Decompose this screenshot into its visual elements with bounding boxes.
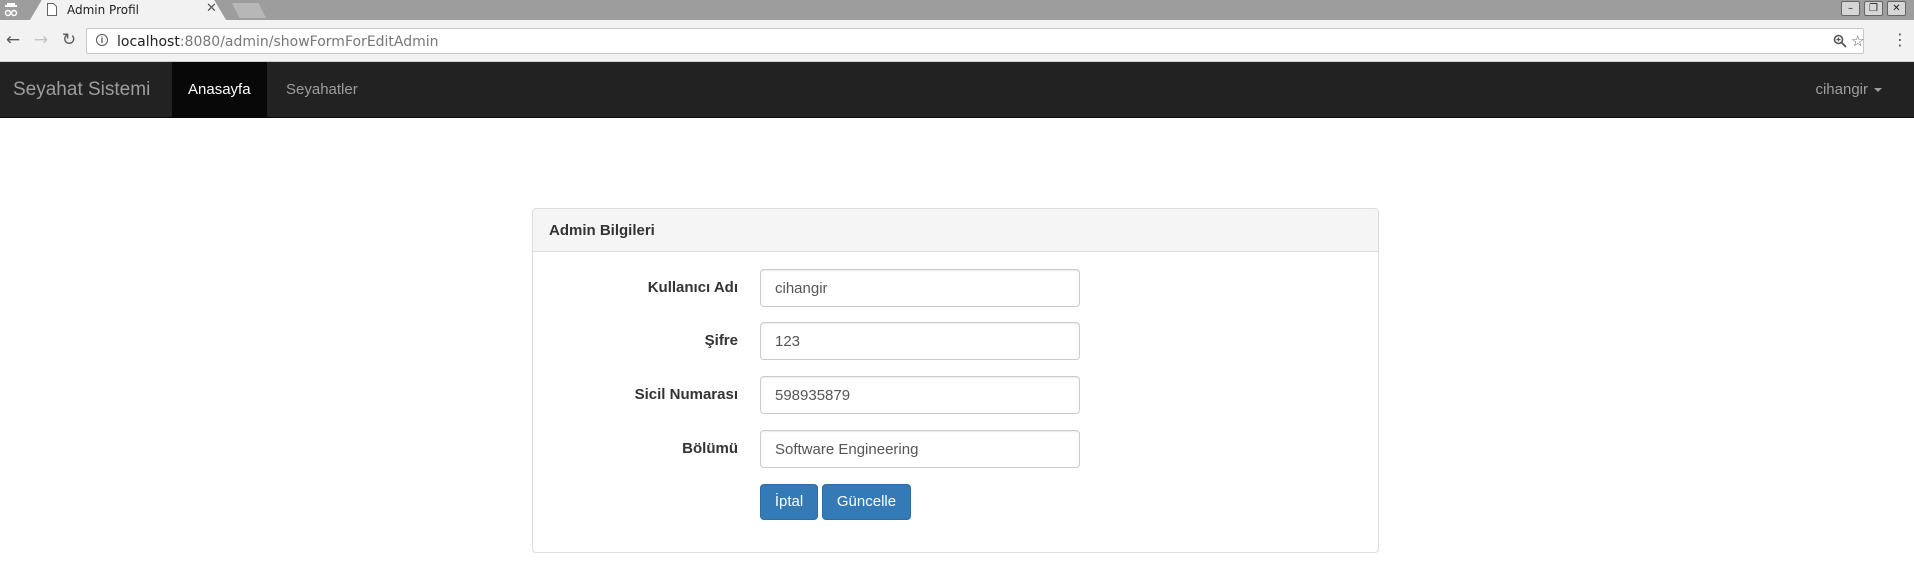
navbar-brand[interactable]: Seyahat Sistemi [13,79,150,101]
department-field[interactable] [760,430,1080,468]
nav-item-anasayfa[interactable]: Anasayfa [172,62,267,117]
url-path: :8080/admin/showFormForEditAdmin [179,34,439,50]
url-host: localhost [117,34,180,50]
department-label: Bölümü [682,440,738,457]
new-tab-button[interactable] [232,3,266,18]
password-label: Şifre [704,332,738,349]
form-row-registry-number: Sicil Numarası [533,376,1378,414]
update-button[interactable]: Güncelle [822,484,911,520]
user-menu-dropdown[interactable]: cihangir [1815,62,1882,117]
menu-dots-icon[interactable]: ⋮ [1892,31,1908,49]
form-actions: İptal Güncelle [533,484,1378,522]
password-field[interactable] [760,322,1080,360]
info-icon[interactable]: i [96,34,108,46]
admin-info-panel: Admin Bilgileri Kullanıcı Adı Şifre Sici… [532,208,1379,553]
app-navbar: Seyahat Sistemi Anasayfa Seyahatler ciha… [0,62,1914,118]
form-row-username: Kullanıcı Adı [533,269,1378,307]
nav-item-seyahatler[interactable]: Seyahatler [270,62,374,117]
username-field[interactable] [760,269,1080,307]
back-icon[interactable]: ← [4,31,22,49]
restore-window-button[interactable]: ❐ [1864,1,1883,16]
reload-icon[interactable]: ↻ [60,31,78,49]
minimize-window-button[interactable]: – [1841,1,1860,16]
url-text[interactable]: localhost:8080/admin/showFormForEditAdmi… [117,34,439,50]
registry-number-label: Sicil Numarası [634,386,738,403]
zoom-icon[interactable] [1833,34,1847,48]
incognito-icon [4,3,18,17]
user-name: cihangir [1815,81,1868,98]
caret-down-icon [1874,88,1882,93]
tab-close-icon[interactable]: ✕ [206,2,217,16]
form-row-password: Şifre [533,322,1378,360]
username-label: Kullanıcı Adı [647,279,738,296]
cancel-button[interactable]: İptal [760,484,818,520]
forward-icon[interactable]: → [32,31,50,49]
close-window-button[interactable]: ✕ [1887,1,1906,16]
panel-heading: Admin Bilgileri [533,209,1378,252]
page-icon [47,3,57,16]
form-row-department: Bölümü [533,430,1378,468]
tab-title: Admin Profil [67,3,139,17]
address-bar[interactable]: i localhost:8080/admin/showFormForEditAd… [86,28,1864,54]
star-icon[interactable]: ☆ [1851,33,1864,49]
registry-number-field[interactable] [760,376,1080,414]
browser-toolbar: ← → ↻ i localhost:8080/admin/showFormFor… [0,20,1914,62]
browser-tab-strip: Admin Profil ✕ – ❐ ✕ [0,0,1914,20]
